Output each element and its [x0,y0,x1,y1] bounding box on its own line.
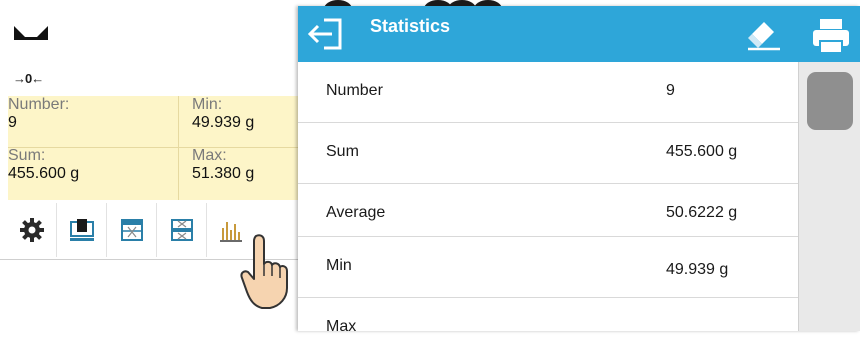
min-info: Min: 49.939 g [192,96,254,132]
eraser-icon [748,22,780,51]
statistics-table: Number 9 Sum 455.600 g Average 50.6222 g… [298,62,798,335]
sum-info: Sum: 455.600 g [8,147,79,183]
row-label: Min [326,257,352,274]
row-label: Average [326,204,386,221]
settings-icon [20,218,44,242]
min-info-label: Min: [192,96,223,113]
max-info-value: 51.380 g [192,165,255,182]
number-info: Number: 9 [8,96,69,132]
dialog-title: Statistics [370,16,451,36]
stability-indicator-icon [14,26,48,40]
settings-button[interactable] [8,203,57,257]
row-value: 9 [666,82,675,99]
statistics-dialog: Statistics Number 9 Sum 455.600 g Averag… [298,0,860,335]
number-info-value: 9 [8,114,17,131]
tare-button[interactable] [58,203,107,257]
sum-info-value: 455.600 g [8,165,80,182]
table-icon [121,219,143,241]
table-row: Number 9 [298,62,798,123]
max-info-label: Max: [192,147,227,164]
table-row: Average 50.6222 g [298,184,798,237]
row-label: Max [326,318,357,335]
number-info-label: Number: [8,96,70,113]
info-divider [8,147,304,148]
scrollbar-thumb[interactable] [807,72,853,130]
table-row: Min 49.939 g [298,237,798,298]
info-divider-vertical [178,96,179,200]
sum-info-label: Sum: [8,147,46,164]
clear-statistics-button[interactable] [744,18,784,52]
table-button[interactable] [108,203,157,257]
row-label: Number [326,82,383,99]
table-row: Sum 455.600 g [298,123,798,184]
row-value: 50.6222 g [666,204,738,221]
table-edit-button[interactable] [158,203,207,257]
print-button[interactable] [810,16,852,56]
zero-indicator: →0← [13,71,44,86]
min-info-value: 49.939 g [192,114,255,131]
row-value: 455.600 g [666,143,738,160]
exit-icon [307,18,342,50]
row-label: Sum [326,143,359,160]
info-panel: Number: 9 Min: 49.939 g Sum: 455.600 g M… [8,96,304,200]
table-row: Max [298,298,798,358]
max-info: Max: 51.380 g [192,147,254,183]
table-edit-icon [171,219,193,241]
tare-icon [70,219,94,241]
scrollbar[interactable] [798,62,860,331]
exit-button[interactable] [304,14,350,54]
row-value: 49.939 g [666,261,729,278]
dialog-header: Statistics [298,6,860,62]
printer-icon [813,19,849,54]
pointing-hand-icon [240,234,288,309]
